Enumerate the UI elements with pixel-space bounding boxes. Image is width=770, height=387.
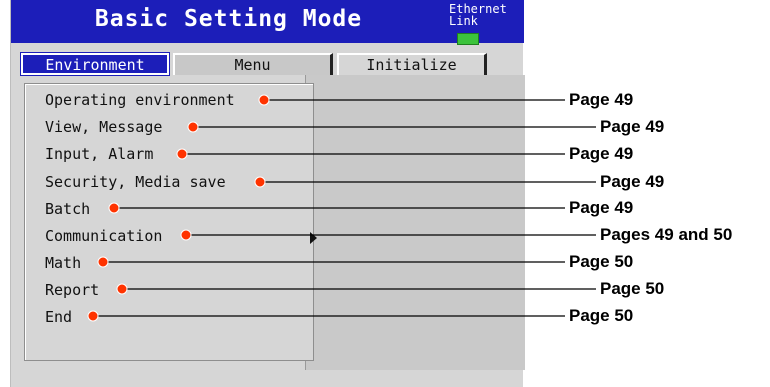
callout-dot-icon [116,283,128,295]
page-ref-communication: Pages 49 and 50 [600,225,733,244]
page-ref-view-message: Page 49 [600,117,665,136]
callout-dot-icon [87,310,99,322]
page-ref-math: Page 50 [569,252,634,271]
page-ref-security-media-save: Page 49 [600,172,665,191]
callout-dot-icon [97,256,109,268]
callout-dot-icon [258,94,270,106]
page-ref-operating-environment: Page 49 [569,90,634,109]
page-ref-input-alarm: Page 49 [569,144,634,163]
callout-layer [87,94,596,322]
callout-dot-icon [187,121,199,133]
callout-dot-icon [180,229,192,241]
page-ref-end: Page 50 [569,306,634,325]
callout-dot-icon [176,148,188,160]
page-ref-report: Page 50 [600,279,665,298]
callout-dot-icon [108,202,120,214]
page-ref-batch: Page 49 [569,198,634,217]
callout-dot-icon [254,176,266,188]
